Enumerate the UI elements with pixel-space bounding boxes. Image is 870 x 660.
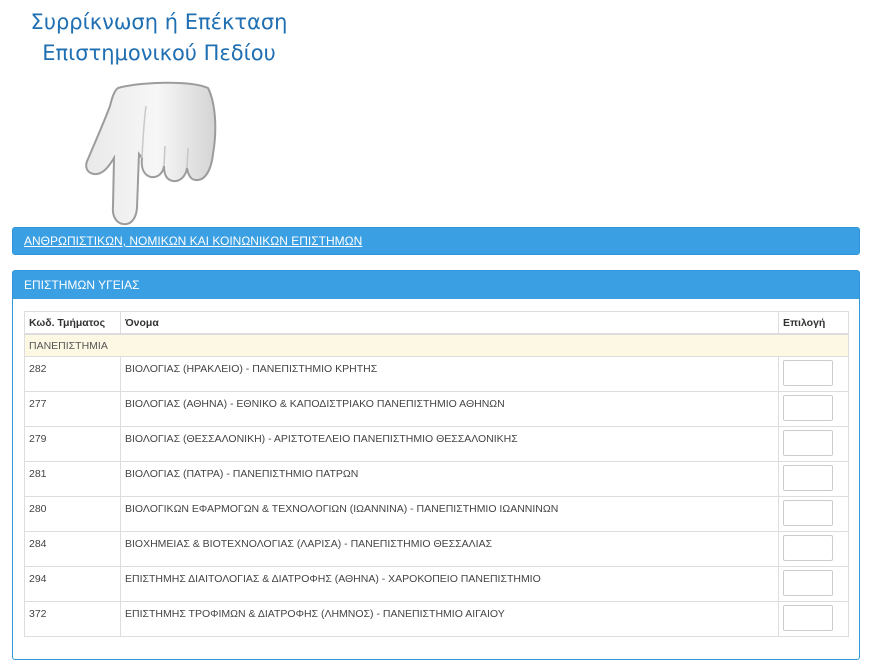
section-title-health-sciences: ΕΠΙΣΤΗΜΩΝ ΥΓΕΙΑΣ bbox=[24, 278, 140, 292]
choice-input[interactable] bbox=[783, 360, 833, 386]
section-header-health-sciences[interactable]: ΕΠΙΣΤΗΜΩΝ ΥΓΕΙΑΣ bbox=[13, 271, 859, 299]
department-name: ΒΙΟΛΟΓΙΑΣ (ΘΕΣΣΑΛΟΝΙΚΗ) - ΑΡΙΣΤΟΤΕΛΕΙΟ Π… bbox=[120, 426, 779, 462]
department-name: ΒΙΟΧΗΜΕΙΑΣ & ΒΙΟΤΕΧΝΟΛΟΓΙΑΣ (ΛΑΡΙΣΑ) - Π… bbox=[120, 531, 779, 567]
choice-input[interactable] bbox=[783, 465, 833, 491]
department-name: ΒΙΟΛΟΓΙΑΣ (ΠΑΤΡΑ) - ΠΑΝΕΠΙΣΤΗΜΙΟ ΠΑΤΡΩΝ bbox=[120, 461, 779, 497]
department-code: 282 bbox=[24, 356, 121, 392]
instruction-title-line2: Επιστημονικού Πεδίου bbox=[42, 41, 276, 65]
pointing-hand-icon bbox=[85, 81, 217, 226]
table-row: 372 ΕΠΙΣΤΗΜΗΣ ΤΡΟΦΙΜΩΝ & ΔΙΑΤΡΟΦΗΣ (ΛΗΜΝ… bbox=[24, 601, 849, 637]
section-panel-humanities: ΑΝΘΡΩΠΙΣΤΙΚΩΝ, ΝΟΜΙΚΩΝ ΚΑΙ ΚΟΙΝΩΝΙΚΩΝ ΕΠ… bbox=[12, 227, 860, 255]
department-code: 294 bbox=[24, 566, 121, 602]
table-row: 280 ΒΙΟΛΟΓΙΚΩΝ ΕΦΑΡΜΟΓΩΝ & ΤΕΧΝΟΛΟΓΙΩΝ (… bbox=[24, 496, 849, 532]
department-name: ΒΙΟΛΟΓΙΚΩΝ ΕΦΑΡΜΟΓΩΝ & ΤΕΧΝΟΛΟΓΙΩΝ (ΙΩΑΝ… bbox=[120, 496, 779, 532]
department-code: 372 bbox=[24, 601, 121, 637]
choice-input[interactable] bbox=[783, 605, 833, 631]
section-header-humanities: ΑΝΘΡΩΠΙΣΤΙΚΩΝ, ΝΟΜΙΚΩΝ ΚΑΙ ΚΟΙΝΩΝΙΚΩΝ ΕΠ… bbox=[13, 228, 859, 254]
table-row: 284 ΒΙΟΧΗΜΕΙΑΣ & ΒΙΟΤΕΧΝΟΛΟΓΙΑΣ (ΛΑΡΙΣΑ)… bbox=[24, 531, 849, 567]
group-row: ΠΑΝΕΠΙΣΤΗΜΙΑ bbox=[24, 333, 849, 357]
instruction-title-line1: Συρρίκνωση ή Επέκταση bbox=[30, 10, 288, 34]
table-row: 277 ΒΙΟΛΟΓΙΑΣ (ΑΘΗΝΑ) - ΕΘΝΙΚΟ & ΚΑΠΟΔΙΣ… bbox=[24, 391, 849, 427]
choice-input[interactable] bbox=[783, 500, 833, 526]
department-name: ΒΙΟΛΟΓΙΑΣ (ΑΘΗΝΑ) - ΕΘΝΙΚΟ & ΚΑΠΟΔΙΣΤΡΙΑ… bbox=[120, 391, 779, 427]
table-row: 281 ΒΙΟΛΟΓΙΑΣ (ΠΑΤΡΑ) - ΠΑΝΕΠΙΣΤΗΜΙΟ ΠΑΤ… bbox=[24, 461, 849, 497]
choice-input[interactable] bbox=[783, 430, 833, 456]
choice-input[interactable] bbox=[783, 570, 833, 596]
column-header-name: Όνομα bbox=[120, 311, 779, 335]
column-header-choice: Επιλογή bbox=[778, 311, 849, 335]
department-name: ΕΠΙΣΤΗΜΗΣ ΤΡΟΦΙΜΩΝ & ΔΙΑΤΡΟΦΗΣ (ΛΗΜΝΟΣ) … bbox=[120, 601, 779, 637]
section-panel-health-sciences: ΕΠΙΣΤΗΜΩΝ ΥΓΕΙΑΣ Κωδ. Τμήματος Όνομα Επι… bbox=[12, 270, 860, 660]
department-name: ΒΙΟΛΟΓΙΑΣ (ΗΡΑΚΛΕΙΟ) - ΠΑΝΕΠΙΣΤΗΜΙΟ ΚΡΗΤ… bbox=[120, 356, 779, 392]
department-code: 281 bbox=[24, 461, 121, 497]
group-label: ΠΑΝΕΠΙΣΤΗΜΙΑ bbox=[24, 333, 849, 357]
table-row: 294 ΕΠΙΣΤΗΜΗΣ ΔΙΑΙΤΟΛΟΓΙΑΣ & ΔΙΑΤΡΟΦΗΣ (… bbox=[24, 566, 849, 602]
section-link-humanities[interactable]: ΑΝΘΡΩΠΙΣΤΙΚΩΝ, ΝΟΜΙΚΩΝ ΚΑΙ ΚΟΙΝΩΝΙΚΩΝ ΕΠ… bbox=[24, 234, 362, 248]
department-name: ΕΠΙΣΤΗΜΗΣ ΔΙΑΙΤΟΛΟΓΙΑΣ & ΔΙΑΤΡΟΦΗΣ (ΑΘΗΝ… bbox=[120, 566, 779, 602]
departments-table: Κωδ. Τμήματος Όνομα Επιλογή ΠΑΝΕΠΙΣΤΗΜΙΑ… bbox=[24, 311, 849, 637]
choice-input[interactable] bbox=[783, 535, 833, 561]
table-row: 282 ΒΙΟΛΟΓΙΑΣ (ΗΡΑΚΛΕΙΟ) - ΠΑΝΕΠΙΣΤΗΜΙΟ … bbox=[24, 356, 849, 392]
column-header-code: Κωδ. Τμήματος bbox=[24, 311, 121, 335]
table-header-row: Κωδ. Τμήματος Όνομα Επιλογή bbox=[24, 311, 849, 335]
department-code: 284 bbox=[24, 531, 121, 567]
choice-input[interactable] bbox=[783, 395, 833, 421]
department-code: 279 bbox=[24, 426, 121, 462]
department-code: 277 bbox=[24, 391, 121, 427]
department-code: 280 bbox=[24, 496, 121, 532]
table-row: 279 ΒΙΟΛΟΓΙΑΣ (ΘΕΣΣΑΛΟΝΙΚΗ) - ΑΡΙΣΤΟΤΕΛΕ… bbox=[24, 426, 849, 462]
instruction-title: Συρρίκνωση ή Επέκταση Επιστημονικού Πεδί… bbox=[0, 7, 318, 69]
